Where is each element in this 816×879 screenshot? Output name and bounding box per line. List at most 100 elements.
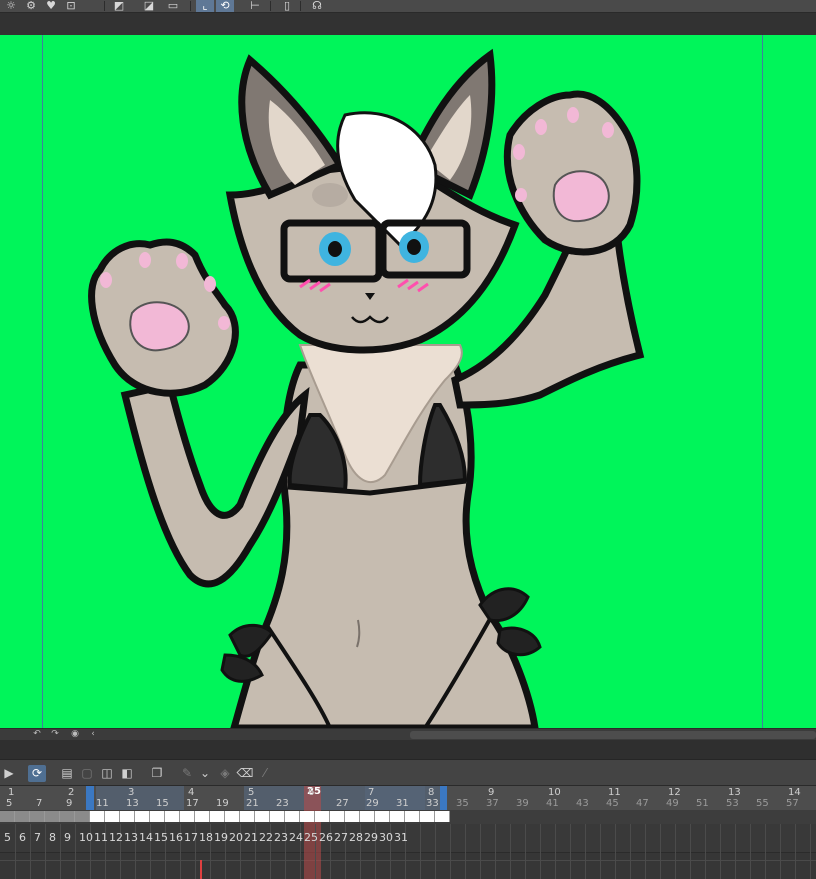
clear-icon[interactable]: ⌫: [236, 765, 254, 782]
undo-rotate-icon[interactable]: ↶: [30, 729, 44, 740]
frame-grid-line: [570, 824, 571, 879]
cel-cell[interactable]: [135, 811, 150, 822]
frame-grid-line: [735, 824, 736, 879]
frame-grid-line: [750, 824, 751, 879]
brush-icon[interactable]: ⁄: [256, 765, 274, 782]
cel-cell[interactable]: [405, 811, 420, 822]
frame-grid-line: [30, 824, 31, 879]
range-start-marker[interactable]: [86, 786, 94, 810]
cel-number: 12: [109, 831, 123, 844]
frame-grid-line: [480, 824, 481, 879]
heart-icon[interactable]: ♥: [42, 0, 60, 12]
cel-cell[interactable]: [375, 811, 390, 822]
frame-grid-line: [465, 824, 466, 879]
cel-cell[interactable]: [240, 811, 255, 822]
frame-grid-line: [615, 824, 616, 879]
cel-number: 25: [304, 831, 318, 844]
canvas-viewport[interactable]: [0, 35, 816, 728]
ruler-second-label: 9: [488, 787, 495, 798]
ruler-frame-label: 41: [546, 798, 559, 809]
canvas-scrollbar-row: ↶ ↷ ◉ ‹: [0, 728, 816, 740]
cel-cell[interactable]: [420, 811, 435, 822]
settings-icon[interactable]: ⚙: [22, 0, 40, 12]
scroll-left-icon[interactable]: ‹: [86, 729, 100, 740]
cel-cell[interactable]: [105, 811, 120, 822]
frame-icon[interactable]: ▭: [164, 0, 182, 12]
ruler-frame-label: 45: [606, 798, 619, 809]
cel-number: 31: [394, 831, 408, 844]
timeline-lower-track: [0, 852, 816, 879]
pen-icon[interactable]: ✎: [178, 765, 196, 782]
selection-corner-icon[interactable]: ⌞: [196, 0, 214, 12]
cel-cell[interactable]: [120, 811, 135, 822]
cel-cell[interactable]: [255, 811, 270, 822]
ruler-icon[interactable]: ◩: [110, 0, 128, 12]
cel-cell[interactable]: [90, 811, 105, 822]
ruler-frame-label: 9: [66, 798, 73, 809]
cel-cell[interactable]: [315, 811, 330, 822]
gradient-icon[interactable]: ◪: [140, 0, 158, 12]
export-icon[interactable]: ▯: [278, 0, 296, 12]
cel-cell[interactable]: [285, 811, 300, 822]
cel-cell[interactable]: [195, 811, 210, 822]
cel-cell[interactable]: [345, 811, 360, 822]
cel-cell[interactable]: [270, 811, 285, 822]
redo-rotate-icon[interactable]: ↷: [48, 729, 62, 740]
frame-grid-line: [720, 824, 721, 879]
cel-number: 21: [244, 831, 258, 844]
new-cel-icon[interactable]: ▢: [78, 765, 96, 782]
clip-studio-window: ☼ ⚙ ♥ ⊡ ◩ ◪ ▭ ⌞ ⟲ ⊢ ▯ ☊ ↶ ↷ ◉ ‹ ▶ ⟳ ▤ ▢ …: [0, 0, 816, 879]
reset-view-icon[interactable]: ◉: [68, 729, 82, 740]
new-layer-icon[interactable]: ▤: [58, 765, 76, 782]
cel-cell[interactable]: [75, 811, 90, 822]
ruler-second-label: 6: [308, 787, 315, 798]
cel-paste-icon[interactable]: ◧: [118, 765, 136, 782]
timeline-toolbar: ▶ ⟳ ▤ ▢ ◫ ◧ ❐ ✎ ⌄ ◈ ⌫ ⁄: [0, 760, 816, 786]
cel-cell[interactable]: [60, 811, 75, 822]
cel-cell[interactable]: [15, 811, 30, 822]
cel-cell[interactable]: [30, 811, 45, 822]
cel-cell[interactable]: [300, 811, 315, 822]
cel-number: 26: [319, 831, 333, 844]
cel-cell[interactable]: [390, 811, 405, 822]
range-end-marker[interactable]: [440, 786, 447, 810]
light-table-icon[interactable]: ◈: [216, 765, 234, 782]
speech-icon[interactable]: ☊: [308, 0, 326, 12]
ruler-second-label: 10: [548, 787, 561, 798]
cel-number: 29: [364, 831, 378, 844]
frame-grid-line: [795, 824, 796, 879]
toolbar-separator: [300, 1, 301, 11]
cel-cell[interactable]: [360, 811, 375, 822]
ruler-frame-label: 35: [456, 798, 469, 809]
cel-number: 9: [64, 831, 71, 844]
cel-copy-icon[interactable]: ◫: [98, 765, 116, 782]
character-artwork[interactable]: [0, 35, 816, 728]
cel-cell[interactable]: [435, 811, 450, 822]
ruler-second-label: 13: [728, 787, 741, 798]
transform-icon[interactable]: ⊡: [62, 0, 80, 12]
cel-cell[interactable]: [150, 811, 165, 822]
cel-number: 11: [94, 831, 108, 844]
cel-cell[interactable]: [210, 811, 225, 822]
cel-cell[interactable]: [0, 811, 15, 822]
ruler-second-label: 2: [68, 787, 75, 798]
cel-cell[interactable]: [225, 811, 240, 822]
cel-cell[interactable]: [180, 811, 195, 822]
ruler-second-label: 4: [188, 787, 195, 798]
loading-icon[interactable]: ☼: [2, 0, 20, 12]
onion-skin-icon[interactable]: ❐: [148, 765, 166, 782]
ruler-frame-label: 11: [96, 798, 109, 809]
layout-icon[interactable]: ⊢: [246, 0, 264, 12]
ruler-frame-label: 31: [396, 798, 409, 809]
cel-cell[interactable]: [45, 811, 60, 822]
horizontal-scrollbar[interactable]: [410, 731, 816, 739]
cel-number: 7: [34, 831, 41, 844]
cel-cell[interactable]: [165, 811, 180, 822]
frame-grid-line: [780, 824, 781, 879]
rotate-selection-icon[interactable]: ⟲: [216, 0, 234, 12]
loop-icon[interactable]: ⟳: [28, 765, 46, 782]
cel-cell[interactable]: [330, 811, 345, 822]
play-end-icon[interactable]: ▶: [0, 765, 18, 782]
dropdown-icon[interactable]: ⌄: [196, 765, 214, 782]
play-range-a: [96, 786, 184, 810]
